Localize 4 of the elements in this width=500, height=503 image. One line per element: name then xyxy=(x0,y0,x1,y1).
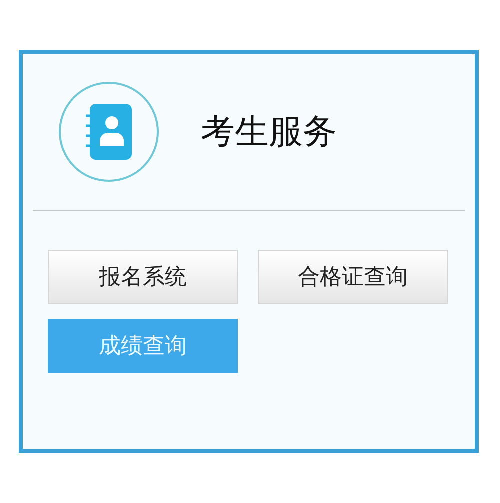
section-title: 考生服务 xyxy=(201,111,337,154)
service-button[interactable]: 报名系统 xyxy=(48,250,238,304)
contact-book-icon xyxy=(84,104,134,160)
service-button[interactable]: 合格证查询 xyxy=(258,250,448,304)
